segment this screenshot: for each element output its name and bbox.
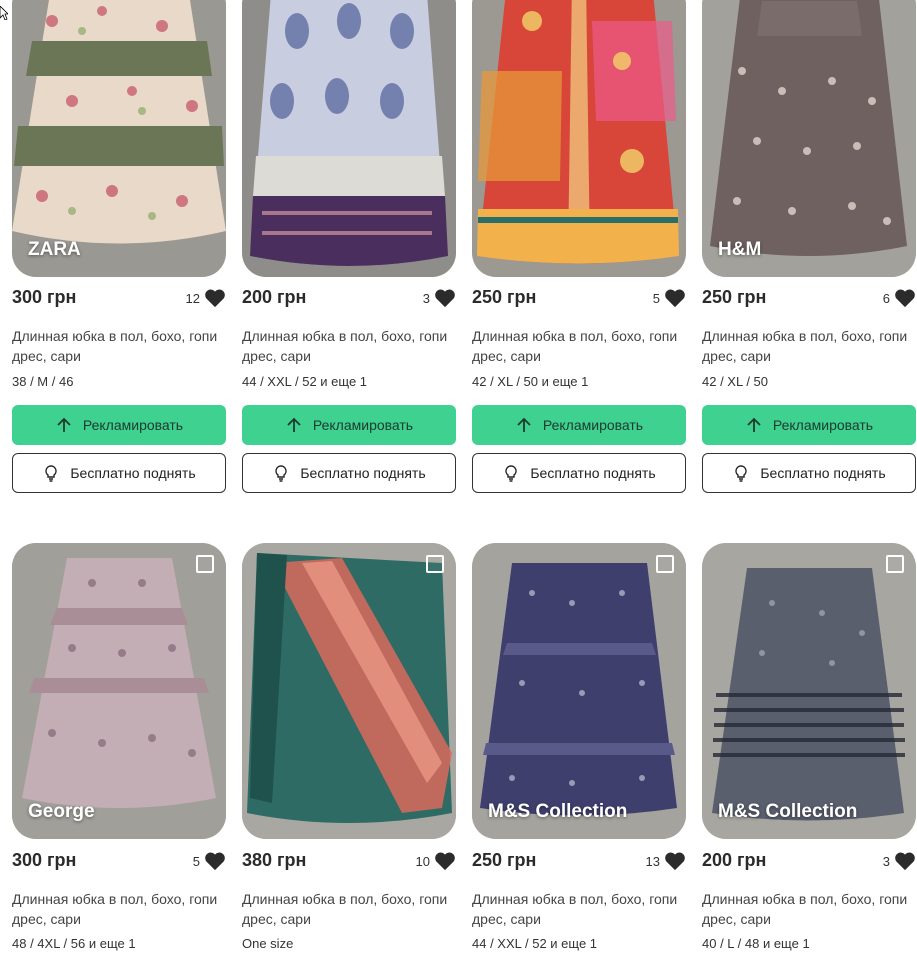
price: 200 грн xyxy=(702,850,767,870)
arrow-up-icon xyxy=(287,417,301,432)
lightbulb-icon xyxy=(45,465,58,482)
lightbulb-icon xyxy=(505,465,518,482)
promote-button[interactable]: Рекламировать xyxy=(242,405,456,445)
price: 250 грн xyxy=(472,850,537,870)
likes-counter[interactable]: 5 xyxy=(653,288,686,308)
free-boost-label: Бесплатно поднять xyxy=(530,465,656,481)
arrow-up-icon xyxy=(57,417,71,432)
skirt-photo-blue-paisley xyxy=(242,0,456,277)
likes-counter[interactable]: 5 xyxy=(193,851,226,871)
listing-sizes: 42 / XL / 50 xyxy=(702,374,769,389)
price: 300 грн xyxy=(12,850,77,870)
heart-icon xyxy=(205,289,225,308)
brand-label: M&S Collection xyxy=(488,801,628,822)
likes-count: 13 xyxy=(645,853,660,869)
select-checkbox[interactable] xyxy=(886,555,904,573)
mouse-cursor-icon xyxy=(0,6,8,20)
listing-title[interactable]: Длинная юбка в пол, бохо, гопи дрес, сар… xyxy=(12,326,226,366)
likes-counter[interactable]: 13 xyxy=(646,851,686,871)
listing-photo[interactable]: George xyxy=(12,543,226,839)
listing-photo[interactable]: M&S Collection xyxy=(472,543,686,839)
heart-icon xyxy=(665,289,685,308)
listing-photo[interactable]: M&S Collection xyxy=(702,543,916,839)
promote-label: Рекламировать xyxy=(772,417,874,433)
heart-icon xyxy=(205,852,225,871)
listing-sizes: 44 / XXL / 52 и еще 1 xyxy=(472,936,598,951)
heart-icon xyxy=(895,852,915,871)
likes-counter[interactable]: 12 xyxy=(186,288,226,308)
listing-title[interactable]: Длинная юбка в пол, бохо, гопи дрес, сар… xyxy=(702,326,916,366)
promote-label: Рекламировать xyxy=(542,417,644,433)
heart-icon xyxy=(435,289,455,308)
lightbulb-icon xyxy=(275,465,288,482)
likes-count: 3 xyxy=(422,290,430,306)
likes-count: 5 xyxy=(652,290,660,306)
listing-title[interactable]: Длинная юбка в пол, бохо, гопи дрес, сар… xyxy=(702,889,916,929)
listing-sizes: 38 / M / 46 xyxy=(12,374,74,389)
promote-label: Рекламировать xyxy=(312,417,414,433)
promote-label: Рекламировать xyxy=(82,417,184,433)
price: 250 грн xyxy=(702,287,767,307)
skirt-photo-george xyxy=(12,543,226,839)
price: 300 грн xyxy=(12,287,77,307)
likes-counter[interactable]: 3 xyxy=(423,288,456,308)
free-boost-label: Бесплатно поднять xyxy=(760,465,886,481)
skirt-photo-red-patchwork xyxy=(472,0,686,277)
select-checkbox[interactable] xyxy=(196,555,214,573)
listing-title[interactable]: Длинная юбка в пол, бохо, гопи дрес, сар… xyxy=(472,326,686,366)
free-boost-label: Бесплатно поднять xyxy=(300,465,426,481)
listing-photo[interactable]: ZARA xyxy=(12,0,226,277)
promote-button[interactable]: Рекламировать xyxy=(12,405,226,445)
likes-count: 6 xyxy=(882,290,890,306)
arrow-up-icon xyxy=(517,417,531,432)
free-boost-label: Бесплатно поднять xyxy=(70,465,196,481)
listing-sizes: 42 / XL / 50 и еще 1 xyxy=(472,374,589,389)
select-checkbox[interactable] xyxy=(656,555,674,573)
listing-title[interactable]: Длинная юбка в пол, бохо, гопи дрес, сар… xyxy=(242,889,456,929)
listing-photo[interactable]: H&M xyxy=(702,0,916,277)
listing-title[interactable]: Длинная юбка в пол, бохо, гопи дрес, сар… xyxy=(472,889,686,929)
listing-title[interactable]: Длинная юбка в пол, бохо, гопи дрес, сар… xyxy=(242,326,456,366)
brand-label: George xyxy=(28,801,95,822)
likes-count: 12 xyxy=(185,290,200,306)
likes-count: 3 xyxy=(882,853,890,869)
listing-sizes: 44 / XXL / 52 и еще 1 xyxy=(242,374,368,389)
promote-button[interactable]: Рекламировать xyxy=(702,405,916,445)
skirt-photo-zara xyxy=(12,0,226,277)
listing-photo[interactable] xyxy=(242,0,456,277)
listing-sizes: 48 / 4XL / 56 и еще 1 xyxy=(12,936,136,951)
free-boost-button[interactable]: Бесплатно поднять xyxy=(472,453,686,493)
likes-counter[interactable]: 10 xyxy=(416,851,456,871)
price: 380 грн xyxy=(242,850,307,870)
skirt-photo-ms-navy xyxy=(472,543,686,839)
price: 250 грн xyxy=(472,287,537,307)
listing-sizes: One size xyxy=(242,936,294,951)
heart-icon xyxy=(895,289,915,308)
likes-counter[interactable]: 3 xyxy=(883,851,916,871)
heart-icon xyxy=(665,852,685,871)
likes-counter[interactable]: 6 xyxy=(883,288,916,308)
likes-count: 5 xyxy=(192,853,200,869)
promote-button[interactable]: Рекламировать xyxy=(472,405,686,445)
skirt-photo-ms-grey xyxy=(702,543,916,839)
free-boost-button[interactable]: Бесплатно поднять xyxy=(12,453,226,493)
heart-icon xyxy=(435,852,455,871)
likes-count: 10 xyxy=(415,853,430,869)
free-boost-button[interactable]: Бесплатно поднять xyxy=(242,453,456,493)
listing-photo[interactable] xyxy=(242,543,456,839)
listing-title[interactable]: Длинная юбка в пол, бохо, гопи дрес, сар… xyxy=(12,889,226,929)
listing-sizes: 40 / L / 48 и еще 1 xyxy=(702,936,810,951)
brand-label: H&M xyxy=(718,239,762,260)
skirt-photo-hm xyxy=(702,0,916,277)
lightbulb-icon xyxy=(735,465,748,482)
price: 200 грн xyxy=(242,287,307,307)
skirt-photo-teal-wrap xyxy=(242,543,456,839)
listing-photo[interactable] xyxy=(472,0,686,277)
free-boost-button[interactable]: Бесплатно поднять xyxy=(702,453,916,493)
brand-label: M&S Collection xyxy=(718,801,858,822)
select-checkbox[interactable] xyxy=(426,555,444,573)
brand-label: ZARA xyxy=(28,239,81,260)
arrow-up-icon xyxy=(747,417,761,432)
